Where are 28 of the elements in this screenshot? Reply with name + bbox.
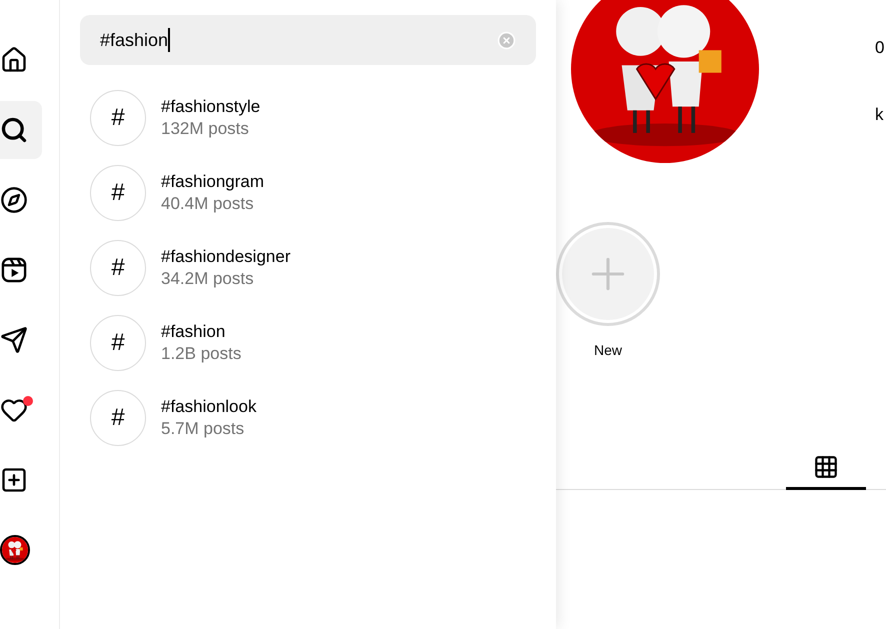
nav-item[interactable] bbox=[0, 101, 42, 159]
search-field[interactable]: #fashion bbox=[80, 15, 536, 65]
profile-text: k bbox=[875, 104, 884, 126]
hashtag-avatar[interactable]: # bbox=[90, 240, 146, 296]
hashtag-avatar[interactable]: # bbox=[90, 90, 146, 146]
hashtag-name[interactable]: #fashionstyle bbox=[161, 96, 260, 118]
profile-avatar[interactable] bbox=[0, 535, 30, 565]
video-play-icon[interactable] bbox=[0, 256, 28, 284]
hashtag-name[interactable]: #fashionlook bbox=[161, 396, 256, 418]
grid-icon bbox=[813, 454, 839, 480]
hashtag-avatar[interactable]: # bbox=[90, 165, 146, 221]
hashtag-avatar[interactable]: # bbox=[90, 315, 146, 371]
hashtag-avatar[interactable]: # bbox=[90, 390, 146, 446]
post-count: 5.7M posts bbox=[161, 418, 246, 440]
post-count: 1.2B posts bbox=[161, 343, 242, 365]
hashtag-name[interactable]: #fashion bbox=[161, 321, 242, 343]
post-count: 132M posts bbox=[161, 118, 250, 140]
hashtag-name[interactable]: #fashiongram bbox=[161, 171, 264, 193]
search-icon[interactable] bbox=[0, 116, 28, 144]
compass-icon[interactable] bbox=[0, 186, 28, 214]
post-count: 40.4M posts bbox=[161, 193, 255, 215]
hashtag-name[interactable]: #fashiondesigner bbox=[161, 246, 290, 268]
post-count: 34.2M posts bbox=[161, 268, 255, 290]
profile-stat: 0 bbox=[875, 37, 884, 59]
create-icon[interactable] bbox=[0, 466, 28, 494]
home-icon[interactable] bbox=[0, 46, 28, 74]
highlight-label: New bbox=[594, 341, 622, 360]
send-icon[interactable] bbox=[0, 326, 28, 354]
